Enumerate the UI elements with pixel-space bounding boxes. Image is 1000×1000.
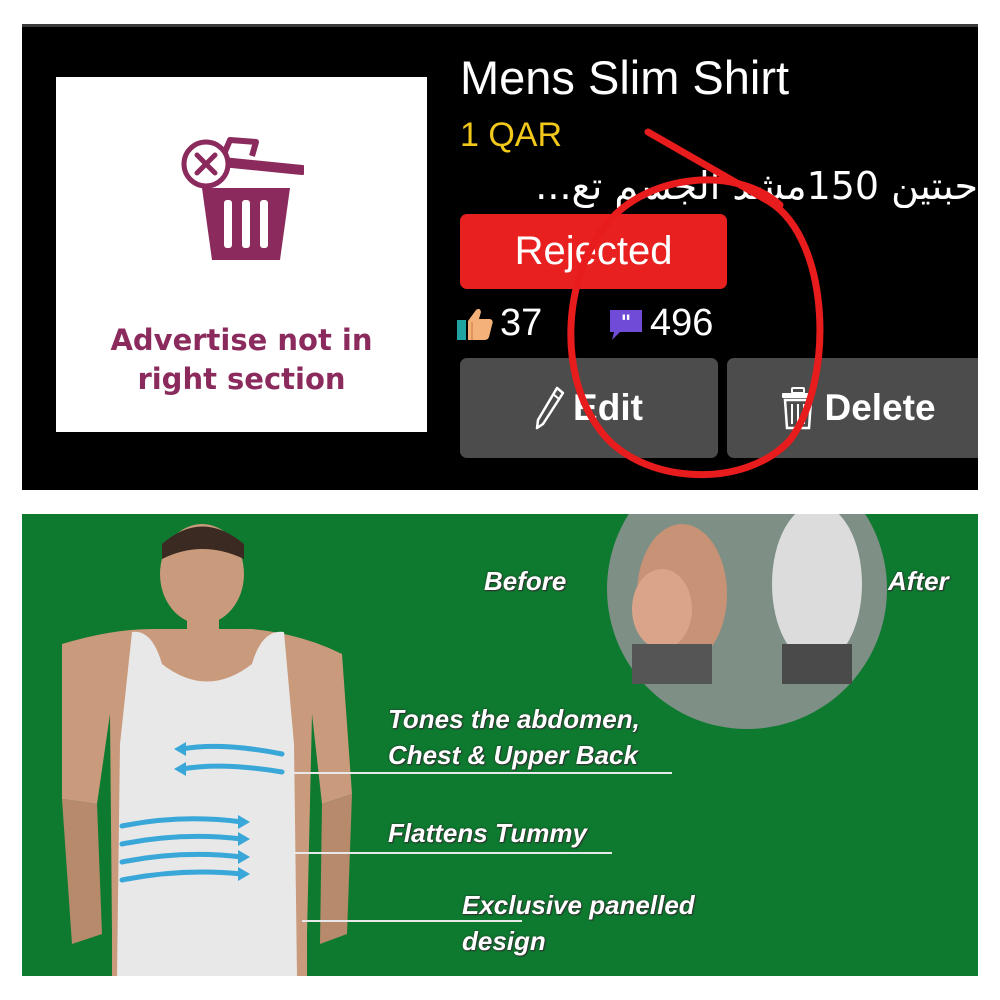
comments-count: 496: [650, 302, 714, 344]
delete-label: Delete: [824, 387, 936, 428]
feature-tones-line2: Chest & Upper Back: [388, 740, 638, 770]
likes-count: 37: [500, 302, 543, 344]
listing-price: 1 QAR: [460, 116, 563, 154]
thumbs-up-icon: [457, 308, 493, 340]
feature-panelled-line2: design: [462, 926, 546, 956]
trash-x-icon: [181, 137, 304, 260]
after-label: After: [888, 566, 949, 596]
listing-title[interactable]: Mens Slim Shirt: [460, 50, 789, 105]
comments-stat[interactable]: " 496: [608, 302, 713, 345]
edit-button[interactable]: Edit: [460, 358, 718, 458]
rejection-reason: Advertise not in right section: [110, 323, 373, 396]
feature-tones-line1: Tones the abdomen,: [388, 704, 640, 734]
product-promo-image: Before After Tones the abdomen, Chest & …: [22, 514, 978, 976]
likes-stat[interactable]: 37: [456, 302, 542, 345]
listing-thumbnail[interactable]: Advertise not in right section: [56, 77, 427, 432]
status-badge: Rejected: [460, 214, 727, 289]
top-divider: [22, 24, 978, 27]
pencil-icon: [535, 386, 565, 430]
edit-label: Edit: [573, 387, 643, 428]
feature-flattens: Flattens Tummy: [388, 818, 587, 848]
delete-button[interactable]: Delete: [727, 358, 978, 458]
feature-pointer-line: [287, 772, 672, 774]
feature-pointer-line: [302, 920, 522, 922]
feature-pointer-line: [252, 852, 612, 854]
trash-icon: [782, 387, 815, 430]
svg-text:": ": [621, 310, 631, 334]
quote-bubble-icon: ": [610, 309, 642, 340]
before-label: Before: [484, 566, 567, 596]
listing-description: حبتين 150مشد الجسم تع...: [535, 164, 978, 208]
feature-panelled-line1: Exclusive panelled: [462, 890, 695, 920]
listing-card[interactable]: Advertise not in right section Mens Slim…: [22, 24, 978, 490]
